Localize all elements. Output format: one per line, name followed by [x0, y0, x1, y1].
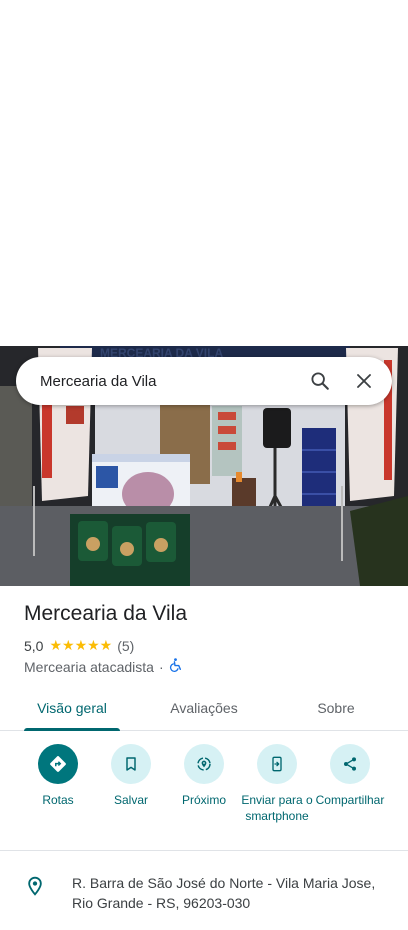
action-label: Enviar para o smartphone — [241, 793, 313, 823]
directions-button[interactable]: Rotas — [20, 744, 96, 808]
active-tab-indicator — [24, 728, 120, 731]
bookmark-icon — [111, 744, 151, 784]
rating-row[interactable]: 5,0 ★★★★★ (5) — [24, 637, 134, 654]
tab-label: Sobre — [317, 700, 355, 716]
tab-label: Visão geral — [37, 700, 107, 716]
category-row: Mercearia atacadista · — [24, 658, 182, 675]
send-to-phone-icon — [257, 744, 297, 784]
review-count[interactable]: (5) — [117, 638, 134, 654]
share-icon — [330, 744, 370, 784]
category-label: Mercearia atacadista — [24, 658, 154, 675]
action-label: Salvar — [113, 793, 148, 807]
action-label: Compartilhar — [315, 793, 385, 807]
action-label: Rotas — [42, 793, 74, 807]
tab-reviews[interactable]: Avaliações — [156, 686, 252, 730]
search-query-text[interactable]: Mercearia da Vila — [16, 373, 298, 390]
address-text: R. Barra de São José do Norte - Vila Mar… — [72, 875, 376, 911]
tab-about[interactable]: Sobre — [300, 686, 372, 730]
action-label: Próximo — [181, 793, 226, 807]
place-tabs: Visão geral Avaliações Sobre — [0, 686, 408, 731]
place-title: Mercearia da Vila — [24, 602, 188, 625]
star-rating-icon: ★★★★★ — [49, 637, 113, 653]
save-button[interactable]: Salvar — [93, 744, 169, 808]
tab-overview[interactable]: Visão geral — [24, 686, 120, 731]
send-to-phone-button[interactable]: Enviar para o smartphone — [239, 744, 315, 824]
location-pin-icon — [25, 875, 45, 902]
search-bar[interactable]: Mercearia da Vila — [16, 357, 392, 405]
tab-label: Avaliações — [170, 700, 238, 716]
separator-dot: · — [158, 658, 164, 675]
map-area[interactable] — [0, 0, 408, 346]
wheelchair-accessible-icon — [169, 658, 182, 675]
close-icon[interactable] — [342, 359, 386, 403]
section-divider — [0, 850, 408, 851]
rating-score: 5,0 — [24, 637, 44, 654]
directions-icon — [38, 744, 78, 784]
search-icon[interactable] — [298, 359, 342, 403]
share-button[interactable]: Compartilhar — [312, 744, 388, 808]
nearby-button[interactable]: Próximo — [166, 744, 242, 808]
nearby-icon — [184, 744, 224, 784]
